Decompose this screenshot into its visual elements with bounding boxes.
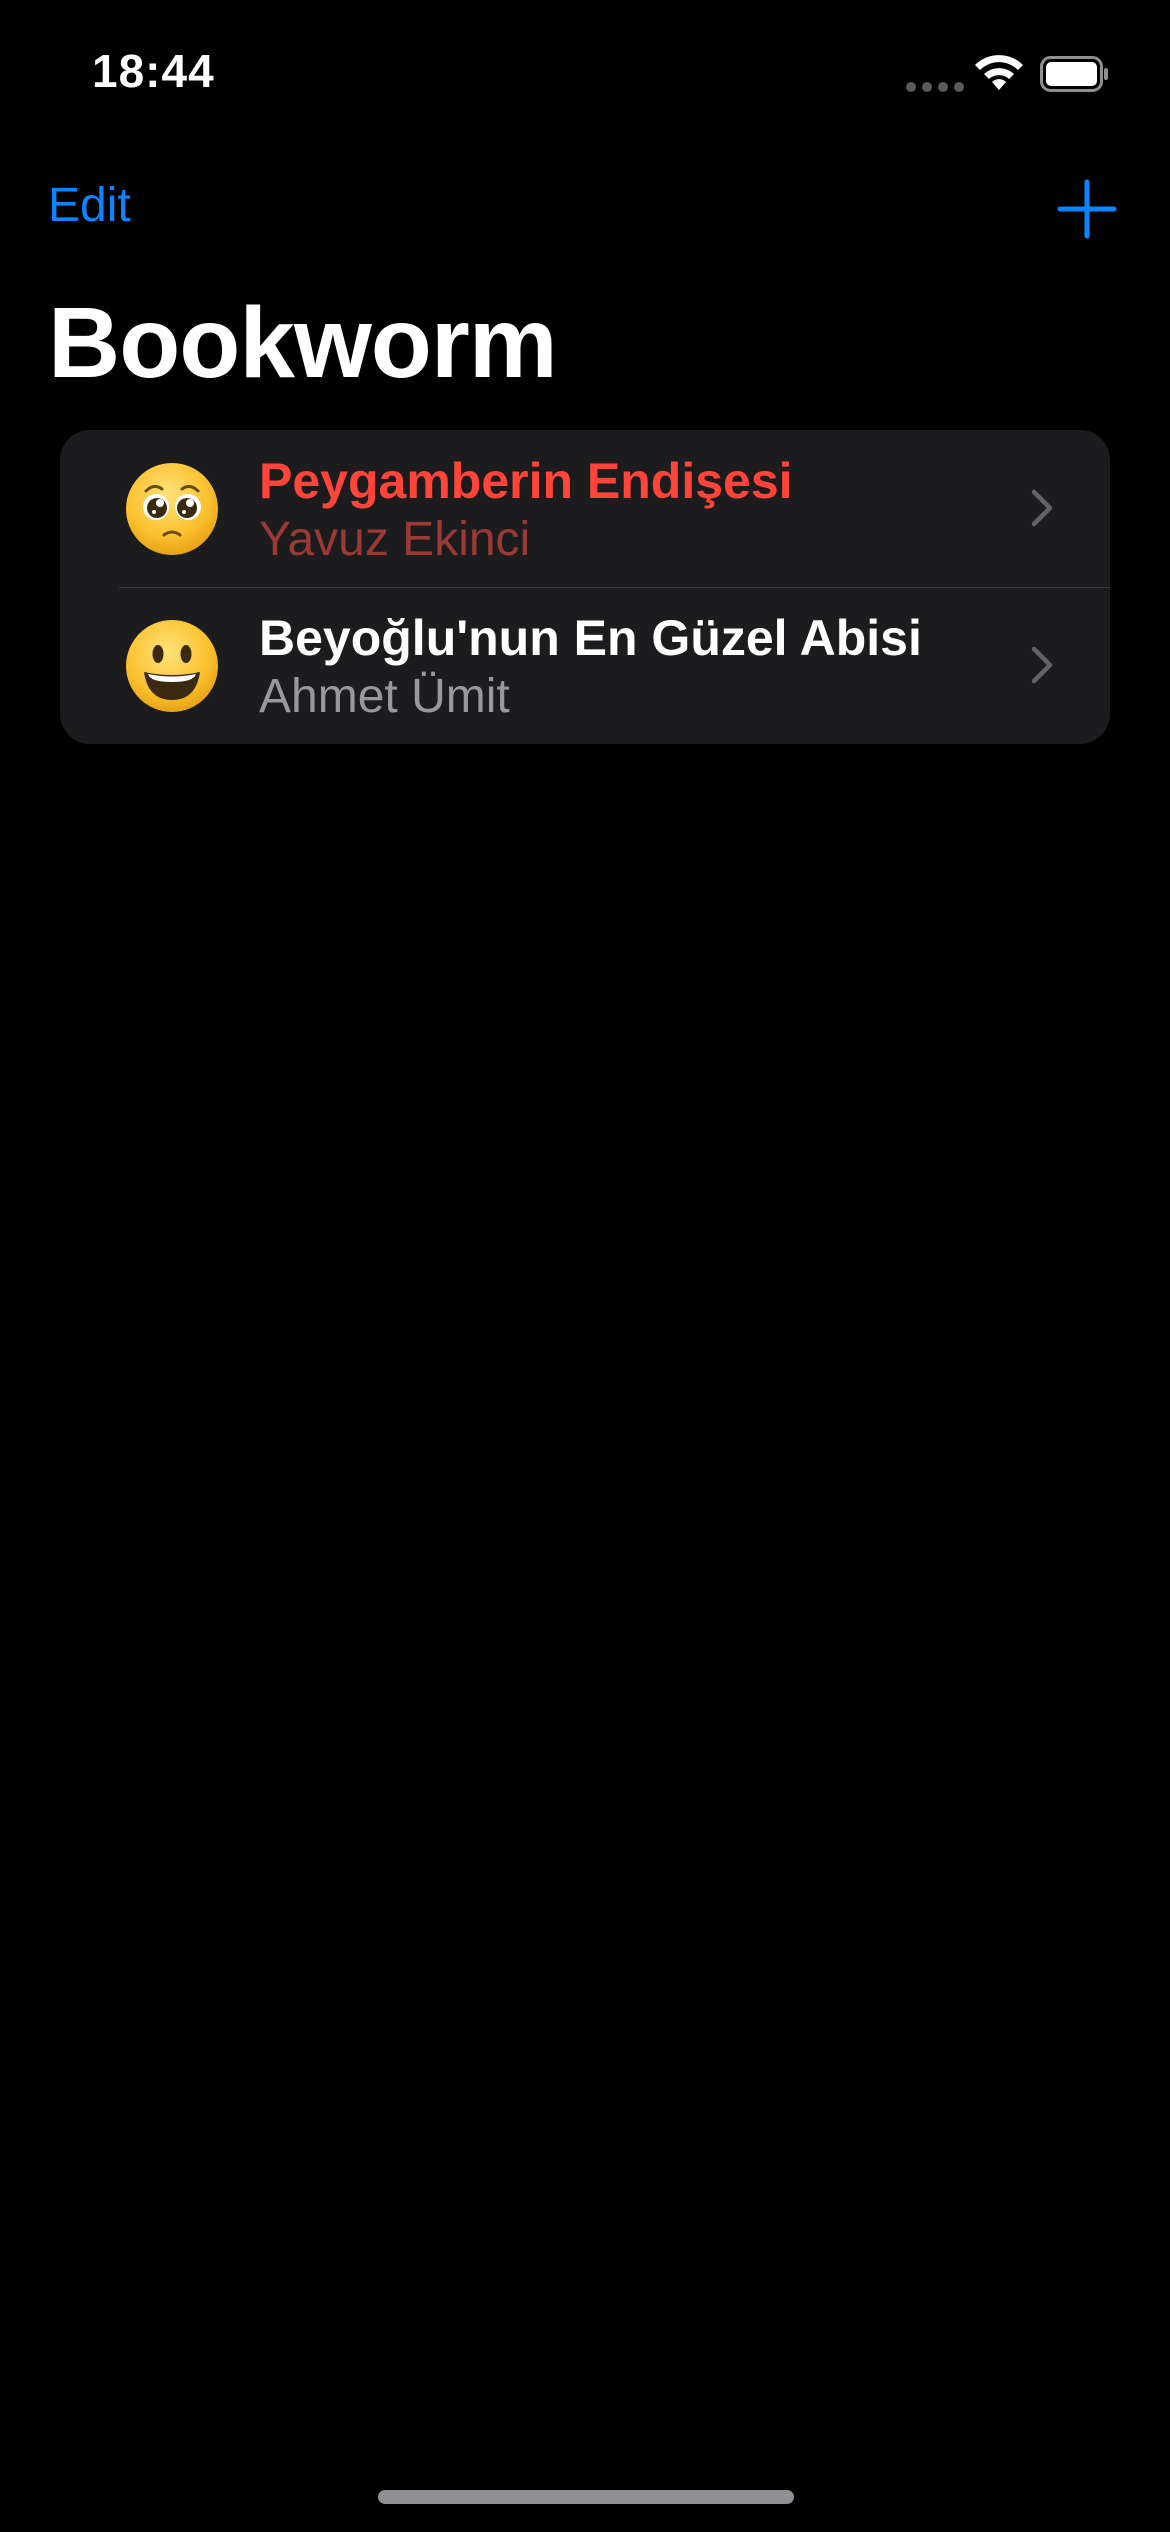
book-row[interactable]: Peygamberin Endişesi Yavuz Ekinci	[60, 430, 1110, 587]
status-bar: 18:44	[0, 0, 1170, 150]
plus-icon	[1057, 179, 1117, 239]
chevron-right-icon	[1031, 646, 1053, 684]
book-author: Yavuz Ekinci	[259, 513, 531, 566]
cellular-signal-icon	[906, 82, 964, 92]
book-title: Beyoğlu'nun En Güzel Abisi	[259, 610, 922, 666]
smiling-face-icon	[126, 620, 218, 712]
edit-button[interactable]: Edit	[48, 178, 131, 233]
add-book-button[interactable]	[1056, 178, 1118, 240]
home-indicator[interactable]	[378, 2490, 794, 2504]
book-title: Peygamberin Endişesi	[259, 453, 793, 509]
chevron-right-icon	[1031, 489, 1053, 527]
book-list: Peygamberin Endişesi Yavuz Ekinci Beyoğl…	[60, 430, 1110, 744]
book-row[interactable]: Beyoğlu'nun En Güzel Abisi Ahmet Ümit	[60, 587, 1110, 744]
book-author: Ahmet Ümit	[259, 670, 510, 723]
status-time: 18:44	[92, 45, 215, 97]
battery-icon	[1040, 56, 1108, 92]
wifi-icon	[975, 55, 1023, 90]
pleading-face-icon	[126, 463, 218, 555]
page-title: Bookworm	[48, 287, 558, 399]
